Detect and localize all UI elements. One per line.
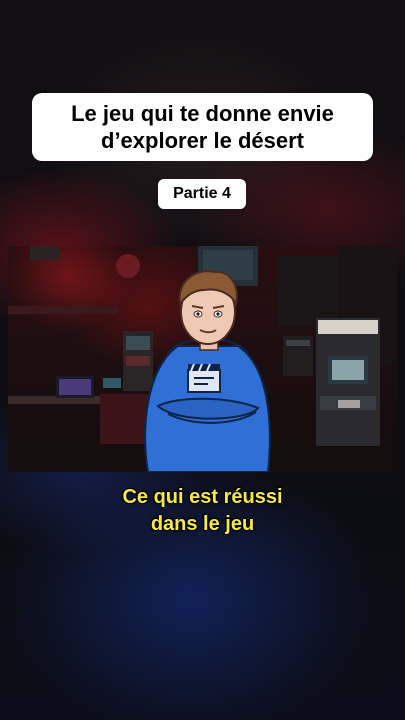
part-badge: Partie 4 [158,179,246,209]
ceiling-vent [30,246,60,260]
cartoon-character [144,270,271,472]
chair [100,394,150,444]
arcade-cabinet [316,318,380,468]
ceiling-light [116,254,140,278]
caption-subtitle: Ce qui est réussi dans le jeu [0,484,405,538]
clapperboard-icon [187,363,221,393]
video-frame-illustration [8,246,397,472]
caption-line-1: Ce qui est réussi [122,486,283,508]
video-title: Le jeu qui te donne envie d’explorer le … [71,101,334,153]
video-frame [8,246,397,472]
caption-line-2: dans le jeu [150,513,255,535]
part-label: Partie 4 [173,185,231,202]
video-title-card: Le jeu qui te donne envie d’explorer le … [32,93,373,161]
